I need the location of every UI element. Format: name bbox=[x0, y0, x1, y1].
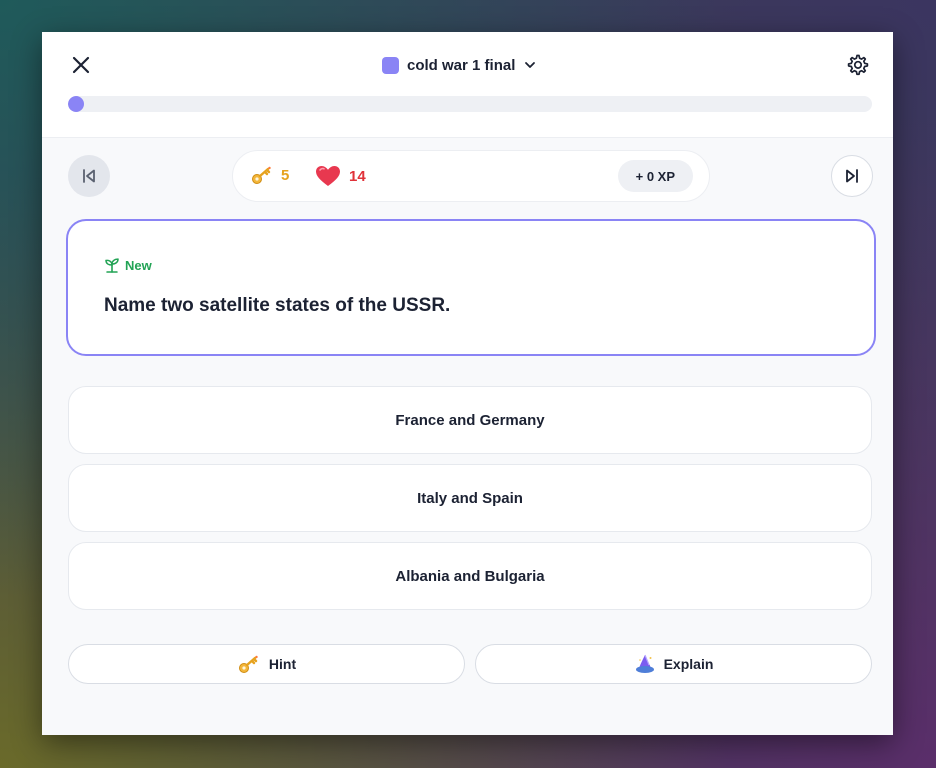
answer-option[interactable]: France and Germany bbox=[68, 386, 872, 454]
quiz-header: cold war 1 final bbox=[42, 32, 893, 138]
deck-title: cold war 1 final bbox=[407, 56, 516, 74]
magic-hat-icon bbox=[635, 654, 654, 673]
progress-fill bbox=[68, 96, 84, 112]
deck-color-swatch bbox=[382, 56, 399, 74]
explain-button[interactable]: Explain bbox=[475, 644, 872, 684]
hearts-count: 14 bbox=[349, 167, 366, 185]
question-card: New Name two satellite states of the USS… bbox=[66, 219, 876, 356]
keys-count: 5 bbox=[281, 166, 290, 184]
quiz-window: cold war 1 final 5 14 + 0 XP New Name tw… bbox=[42, 32, 893, 735]
close-button[interactable] bbox=[68, 52, 94, 78]
explain-label: Explain bbox=[663, 656, 714, 672]
hint-button[interactable]: Hint bbox=[68, 644, 465, 684]
chevron-down-icon bbox=[525, 62, 536, 68]
heart-icon bbox=[316, 166, 340, 186]
previous-card-button[interactable] bbox=[68, 155, 110, 197]
sprout-icon bbox=[105, 258, 119, 273]
key-icon bbox=[238, 655, 258, 673]
xp-badge: + 0 XP bbox=[617, 160, 693, 192]
skip-forward-icon bbox=[846, 169, 858, 183]
keys-counter: 5 bbox=[251, 165, 289, 185]
new-tag-label: New bbox=[125, 257, 152, 273]
close-icon bbox=[72, 56, 90, 74]
skip-back-icon bbox=[83, 169, 95, 183]
hearts-counter: 14 bbox=[315, 165, 366, 187]
gear-icon bbox=[847, 54, 869, 76]
key-icon bbox=[252, 166, 271, 184]
settings-button[interactable] bbox=[845, 52, 871, 78]
question-text: Name two satellite states of the USSR. bbox=[104, 295, 451, 316]
deck-selector[interactable]: cold war 1 final bbox=[382, 54, 537, 76]
new-tag: New bbox=[104, 257, 152, 273]
progress-bar bbox=[68, 96, 872, 112]
next-card-button[interactable] bbox=[831, 155, 873, 197]
answer-option[interactable]: Albania and Bulgaria bbox=[68, 542, 872, 610]
answer-option[interactable]: Italy and Spain bbox=[68, 464, 872, 532]
hint-label: Hint bbox=[268, 656, 297, 672]
stats-bar: 5 14 + 0 XP bbox=[232, 150, 710, 202]
